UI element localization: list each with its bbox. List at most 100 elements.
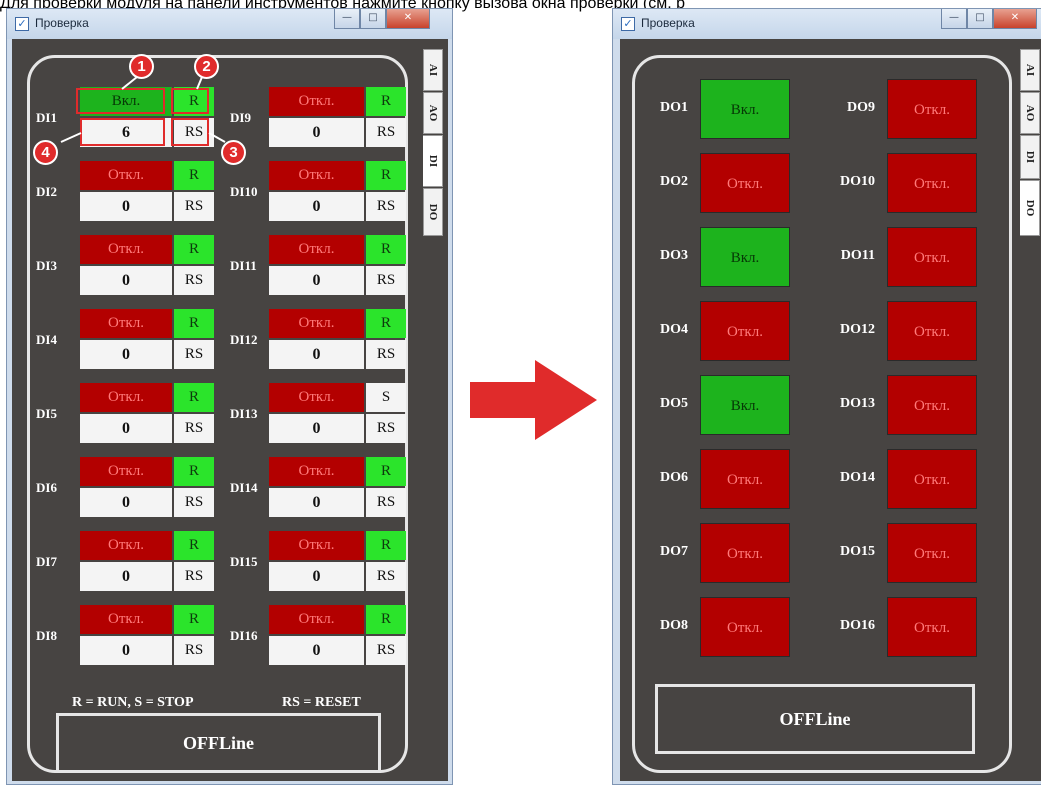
tab-ao[interactable]: AO — [1020, 92, 1040, 134]
di-mode-button[interactable]: R — [366, 457, 406, 486]
di-reset-button[interactable]: RS — [366, 414, 406, 443]
maximize-button[interactable]: □ — [967, 9, 993, 29]
do-label: DO10 — [840, 174, 875, 189]
di-counter-value: 0 — [269, 636, 364, 665]
do-state-button[interactable]: Вкл. — [700, 227, 790, 287]
do-label: DO14 — [840, 470, 875, 485]
di-reset-button[interactable]: RS — [174, 340, 214, 369]
do-state-button[interactable]: Откл. — [887, 597, 977, 657]
do-state-button[interactable]: Откл. — [887, 449, 977, 509]
do-label: DO9 — [847, 100, 875, 115]
di-mode-button[interactable]: R — [366, 531, 406, 560]
tab-do[interactable]: DO — [1020, 180, 1040, 236]
di-reset-button[interactable]: RS — [174, 192, 214, 221]
minimize-button[interactable]: — — [941, 9, 967, 29]
di-label: DI13 — [230, 406, 258, 421]
di-label: DI6 — [36, 480, 57, 495]
legend-run-stop: R = RUN, S = STOP — [72, 695, 194, 710]
di-mode-button[interactable]: R — [174, 235, 214, 264]
di-label: DI11 — [230, 258, 257, 273]
di-label: DI10 — [230, 184, 258, 199]
di-reset-button[interactable]: RS — [366, 562, 406, 591]
do-state-button[interactable]: Откл. — [887, 153, 977, 213]
di-label: DI4 — [36, 332, 57, 347]
right-arrow-icon — [470, 360, 597, 440]
callout-1: 1 — [129, 54, 154, 79]
do-label: DO1 — [660, 100, 688, 115]
di-mode-button[interactable]: R — [366, 605, 406, 634]
do-state-button[interactable]: Откл. — [887, 375, 977, 435]
di-reset-button[interactable]: RS — [174, 636, 214, 665]
di-mode-button[interactable]: R — [366, 309, 406, 338]
di-label: DI8 — [36, 628, 57, 643]
callout-3: 3 — [221, 140, 246, 165]
di-reset-button[interactable]: RS — [174, 488, 214, 517]
offline-button[interactable]: OFFLine — [56, 713, 381, 773]
di-counter-value: 0 — [80, 266, 172, 295]
di-mode-button[interactable]: R — [174, 457, 214, 486]
di-mode-button[interactable]: R — [174, 605, 214, 634]
di-reset-button[interactable]: RS — [366, 636, 406, 665]
do-state-button[interactable]: Откл. — [700, 523, 790, 583]
do-state-button[interactable]: Откл. — [887, 79, 977, 139]
di-mode-button[interactable]: R — [174, 531, 214, 560]
di-state-indicator: Откл. — [269, 457, 364, 486]
do-label: DO2 — [660, 174, 688, 189]
window-title: Проверка — [641, 16, 695, 30]
do-label: DO11 — [840, 248, 875, 263]
di-label: DI15 — [230, 554, 258, 569]
di-state-indicator: Откл. — [80, 383, 172, 412]
callout-2: 2 — [194, 54, 219, 79]
do-state-button[interactable]: Вкл. — [700, 375, 790, 435]
tab-do[interactable]: DO — [423, 188, 443, 236]
do-label: DO12 — [840, 322, 875, 337]
di-state-indicator: Откл. — [80, 309, 172, 338]
callout-4: 4 — [33, 140, 58, 165]
di-state-indicator: Откл. — [80, 457, 172, 486]
do-label: DO8 — [660, 618, 688, 633]
di-reset-button[interactable]: RS — [174, 414, 214, 443]
do-label: DO13 — [840, 396, 875, 411]
di-check-window: ✓ Проверка — □ ✕ DI1 Вкл. R 6 RS DI2 Откл. R 0 RS… — [6, 8, 453, 785]
do-state-button[interactable]: Откл. — [887, 523, 977, 583]
di-counter-value: 0 — [269, 562, 364, 591]
di-mode-button[interactable]: R — [174, 383, 214, 412]
di-counter-value: 0 — [80, 340, 172, 369]
do-state-button[interactable]: Откл. — [887, 227, 977, 287]
di-mode-button[interactable]: S — [366, 383, 406, 412]
di-state-indicator: Откл. — [80, 605, 172, 634]
close-button[interactable]: ✕ — [993, 9, 1037, 29]
tab-di[interactable]: DI — [1020, 135, 1040, 179]
di-label: DI14 — [230, 480, 258, 495]
di-counter-value: 0 — [269, 340, 364, 369]
di-state-indicator: Откл. — [269, 605, 364, 634]
di-reset-button[interactable]: RS — [366, 266, 406, 295]
checkbox-icon: ✓ — [621, 17, 635, 31]
di-label: DI7 — [36, 554, 57, 569]
offline-button[interactable]: OFFLine — [655, 684, 975, 754]
do-state-button[interactable]: Вкл. — [700, 79, 790, 139]
do-state-button[interactable]: Откл. — [700, 301, 790, 361]
di-reset-button[interactable]: RS — [366, 192, 406, 221]
di-state-indicator: Откл. — [269, 235, 364, 264]
do-state-button[interactable]: Откл. — [700, 449, 790, 509]
di-reset-button[interactable]: RS — [366, 488, 406, 517]
do-check-window: ✓ Проверка — □ ✕ DO1 Вкл. DO2 Откл. DO3 Вкл. D… — [612, 8, 1041, 785]
do-label: DO5 — [660, 396, 688, 411]
di-reset-button[interactable]: RS — [174, 562, 214, 591]
do-label: DO15 — [840, 544, 875, 559]
di-mode-button[interactable]: R — [366, 235, 406, 264]
di-label: DI5 — [36, 406, 57, 421]
di-counter-value: 0 — [269, 414, 364, 443]
di-mode-button[interactable]: R — [174, 309, 214, 338]
di-state-indicator: Откл. — [80, 531, 172, 560]
do-state-button[interactable]: Откл. — [887, 301, 977, 361]
do-state-button[interactable]: Откл. — [700, 153, 790, 213]
tab-ai[interactable]: AI — [1020, 49, 1040, 91]
do-state-button[interactable]: Откл. — [700, 597, 790, 657]
do-label: DO6 — [660, 470, 688, 485]
di-label: DI16 — [230, 628, 258, 643]
client-area: DO1 Вкл. DO2 Откл. DO3 Вкл. DO4 Откл. DO5 Вкл. DO6… — [620, 39, 1041, 781]
di-reset-button[interactable]: RS — [174, 266, 214, 295]
di-reset-button[interactable]: RS — [366, 340, 406, 369]
